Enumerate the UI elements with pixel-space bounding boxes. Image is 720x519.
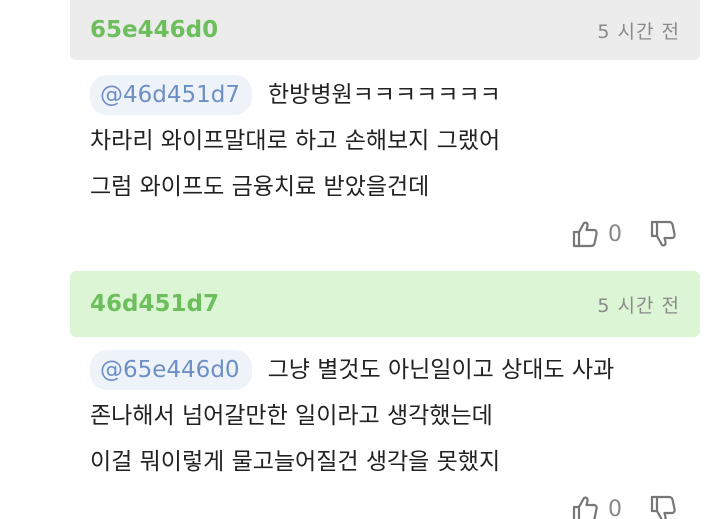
comment-text: 이걸 뭐이렇게 물고늘어질건 생각을 못했지 xyxy=(90,449,501,475)
comment-time: 5 시간 전 xyxy=(597,20,680,43)
comment-author[interactable]: 46d451d7 xyxy=(90,291,219,317)
comment-line: @65e446d0 그냥 별것도 아닌일이고 상대도 사과 xyxy=(90,347,690,393)
like-count: 0 xyxy=(608,496,622,519)
comment-text: 존나해서 넘어갈만한 일이라고 생각했는데 xyxy=(90,403,493,429)
comment-body: @65e446d0 그냥 별것도 아닌일이고 상대도 사과 존나해서 넘어갈만한… xyxy=(90,347,690,485)
comment-line: @46d451d7 한방병원ㅋㅋㅋㅋㅋㅋㅋ xyxy=(90,72,690,118)
thumbs-down-icon[interactable] xyxy=(648,219,678,249)
comment-actions: 0 xyxy=(570,214,690,254)
comment-header: 65e446d0 5 시간 전 xyxy=(70,0,700,60)
thumbs-up-icon[interactable] xyxy=(570,219,600,249)
like-count: 0 xyxy=(608,221,622,247)
thumbs-up-icon[interactable] xyxy=(570,494,600,519)
comment-time: 5 시간 전 xyxy=(597,294,680,317)
comment-thread: 65e446d0 5 시간 전 @46d451d7 한방병원ㅋㅋㅋㅋㅋㅋㅋ 차라… xyxy=(0,0,720,519)
mention-tag[interactable]: @65e446d0 xyxy=(90,350,252,390)
comment-text: 그럼 와이프도 금융치료 받았을건데 xyxy=(90,174,430,200)
comment-text: 차라리 와이프말대로 하고 손해보지 그랬어 xyxy=(90,128,501,154)
comment-actions: 0 xyxy=(570,489,690,519)
comment-header-highlighted: 46d451d7 5 시간 전 xyxy=(70,271,700,337)
mention-tag[interactable]: @46d451d7 xyxy=(90,75,252,115)
comment-body: @46d451d7 한방병원ㅋㅋㅋㅋㅋㅋㅋ 차라리 와이프말대로 하고 손해보지… xyxy=(90,72,690,210)
comment-author[interactable]: 65e446d0 xyxy=(90,17,218,43)
comment-text: 한방병원ㅋㅋㅋㅋㅋㅋㅋ xyxy=(268,82,501,108)
comment-text: 그냥 별것도 아닌일이고 상대도 사과 xyxy=(267,357,615,383)
thumbs-down-icon[interactable] xyxy=(648,494,678,519)
